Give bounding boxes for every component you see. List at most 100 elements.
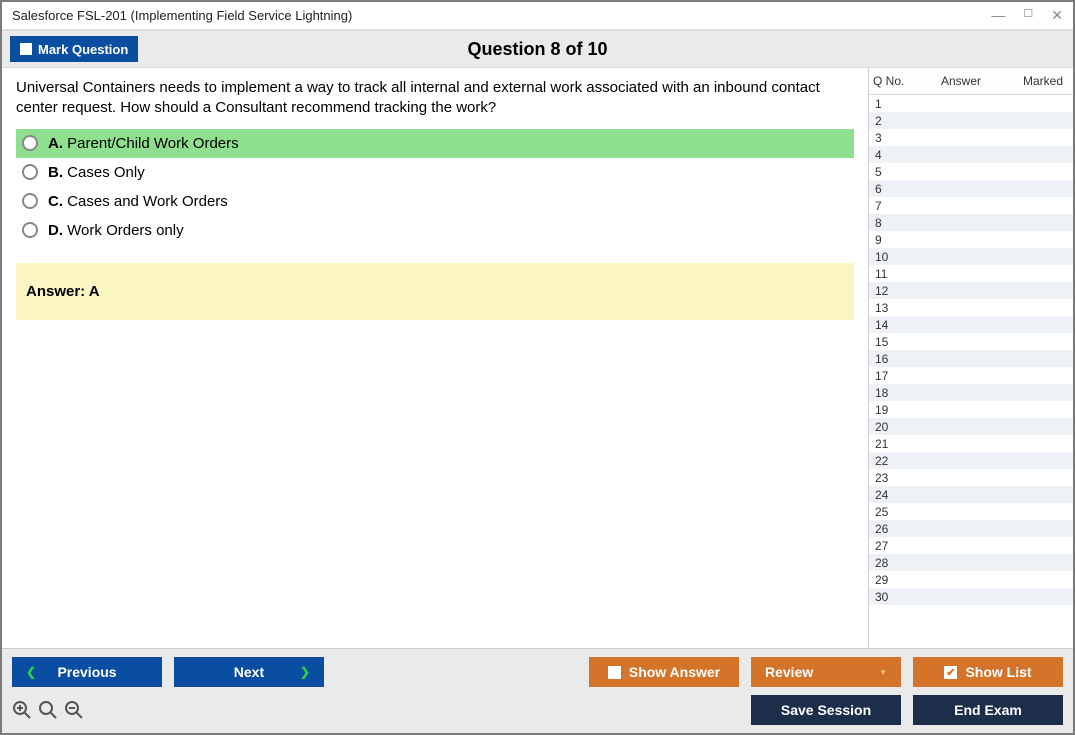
list-row[interactable]: 26	[869, 520, 1073, 537]
option-b[interactable]: B. Cases Only	[16, 158, 854, 187]
list-row-number: 2	[869, 114, 909, 128]
options-list: A. Parent/Child Work OrdersB. Cases Only…	[16, 129, 854, 245]
list-row-number: 5	[869, 165, 909, 179]
list-row[interactable]: 17	[869, 367, 1073, 384]
question-text: Universal Containers needs to implement …	[16, 78, 854, 119]
maximize-button[interactable]: ☐	[1023, 7, 1033, 24]
list-row-number: 19	[869, 403, 909, 417]
list-row[interactable]: 5	[869, 163, 1073, 180]
checkbox-checked-icon: ✔	[944, 666, 957, 679]
list-row[interactable]: 13	[869, 299, 1073, 316]
next-button[interactable]: Next ❯	[174, 657, 324, 687]
list-row-number: 22	[869, 454, 909, 468]
list-row[interactable]: 23	[869, 469, 1073, 486]
list-row[interactable]: 14	[869, 316, 1073, 333]
list-row-number: 17	[869, 369, 909, 383]
list-row[interactable]: 29	[869, 571, 1073, 588]
list-row-number: 28	[869, 556, 909, 570]
list-row[interactable]: 15	[869, 333, 1073, 350]
option-a[interactable]: A. Parent/Child Work Orders	[16, 129, 854, 158]
title-bar: Salesforce FSL-201 (Implementing Field S…	[2, 2, 1073, 30]
list-row-number: 18	[869, 386, 909, 400]
list-row[interactable]: 9	[869, 231, 1073, 248]
option-text: Parent/Child Work Orders	[67, 135, 238, 152]
zoom-out-icon[interactable]	[64, 700, 84, 720]
list-row[interactable]: 24	[869, 486, 1073, 503]
question-counter: Question 8 of 10	[2, 39, 1073, 60]
option-letter: B.	[48, 164, 63, 181]
list-row-number: 26	[869, 522, 909, 536]
option-letter: C.	[48, 193, 63, 210]
radio-icon	[22, 193, 38, 209]
question-list-panel: Q No. Answer Marked 12345678910111213141…	[868, 68, 1073, 648]
list-row-number: 20	[869, 420, 909, 434]
list-row[interactable]: 25	[869, 503, 1073, 520]
option-c[interactable]: C. Cases and Work Orders	[16, 187, 854, 216]
list-row[interactable]: 16	[869, 350, 1073, 367]
review-button[interactable]: Review ▼	[751, 657, 901, 687]
list-row[interactable]: 19	[869, 401, 1073, 418]
zoom-in-icon[interactable]	[12, 700, 32, 720]
chevron-down-icon: ▼	[879, 668, 887, 677]
list-row[interactable]: 4	[869, 146, 1073, 163]
app-window: Salesforce FSL-201 (Implementing Field S…	[0, 0, 1075, 735]
show-answer-button[interactable]: Show Answer	[589, 657, 739, 687]
question-list[interactable]: 1234567891011121314151617181920212223242…	[869, 95, 1073, 648]
list-row-number: 3	[869, 131, 909, 145]
radio-icon	[22, 135, 38, 151]
header-answer: Answer	[909, 72, 1013, 90]
list-row-number: 4	[869, 148, 909, 162]
show-list-label: Show List	[965, 664, 1031, 680]
list-row[interactable]: 28	[869, 554, 1073, 571]
end-exam-button[interactable]: End Exam	[913, 695, 1063, 725]
list-row-number: 29	[869, 573, 909, 587]
list-row-number: 16	[869, 352, 909, 366]
footer: ❮ Previous Next ❯ Show Answer Review ▼ ✔…	[2, 649, 1073, 733]
previous-label: Previous	[57, 664, 116, 680]
list-row[interactable]: 7	[869, 197, 1073, 214]
list-row[interactable]: 12	[869, 282, 1073, 299]
list-row-number: 30	[869, 590, 909, 604]
next-label: Next	[234, 664, 264, 680]
list-row-number: 9	[869, 233, 909, 247]
list-header: Q No. Answer Marked	[869, 68, 1073, 95]
list-row[interactable]: 8	[869, 214, 1073, 231]
option-d[interactable]: D. Work Orders only	[16, 216, 854, 245]
list-row[interactable]: 11	[869, 265, 1073, 282]
mark-question-button[interactable]: Mark Question	[10, 36, 138, 62]
list-row[interactable]: 22	[869, 452, 1073, 469]
minimize-button[interactable]: —	[991, 7, 1005, 24]
list-row[interactable]: 1	[869, 95, 1073, 112]
list-row[interactable]: 18	[869, 384, 1073, 401]
list-row-number: 14	[869, 318, 909, 332]
list-row[interactable]: 20	[869, 418, 1073, 435]
chevron-left-icon: ❮	[26, 665, 36, 679]
content-area: Universal Containers needs to implement …	[2, 68, 1073, 649]
option-letter: D.	[48, 222, 63, 239]
list-row[interactable]: 27	[869, 537, 1073, 554]
list-row-number: 13	[869, 301, 909, 315]
header-qno: Q No.	[869, 72, 909, 90]
list-row[interactable]: 21	[869, 435, 1073, 452]
list-row-number: 27	[869, 539, 909, 553]
close-button[interactable]: ✕	[1051, 7, 1063, 24]
list-row[interactable]: 30	[869, 588, 1073, 605]
list-row[interactable]: 10	[869, 248, 1073, 265]
save-session-button[interactable]: Save Session	[751, 695, 901, 725]
list-row[interactable]: 6	[869, 180, 1073, 197]
zoom-reset-icon[interactable]	[38, 700, 58, 720]
radio-icon	[22, 222, 38, 238]
option-text: Cases and Work Orders	[67, 193, 228, 210]
show-list-button[interactable]: ✔ Show List	[913, 657, 1063, 687]
previous-button[interactable]: ❮ Previous	[12, 657, 162, 687]
end-exam-label: End Exam	[954, 702, 1022, 718]
checkbox-icon	[608, 666, 621, 679]
review-label: Review	[765, 664, 813, 680]
list-row-number: 24	[869, 488, 909, 502]
list-row-number: 7	[869, 199, 909, 213]
list-row[interactable]: 2	[869, 112, 1073, 129]
footer-row-1: ❮ Previous Next ❯ Show Answer Review ▼ ✔…	[12, 657, 1063, 687]
toolbar: Mark Question Question 8 of 10	[2, 30, 1073, 68]
list-row[interactable]: 3	[869, 129, 1073, 146]
option-text: Cases Only	[67, 164, 145, 181]
